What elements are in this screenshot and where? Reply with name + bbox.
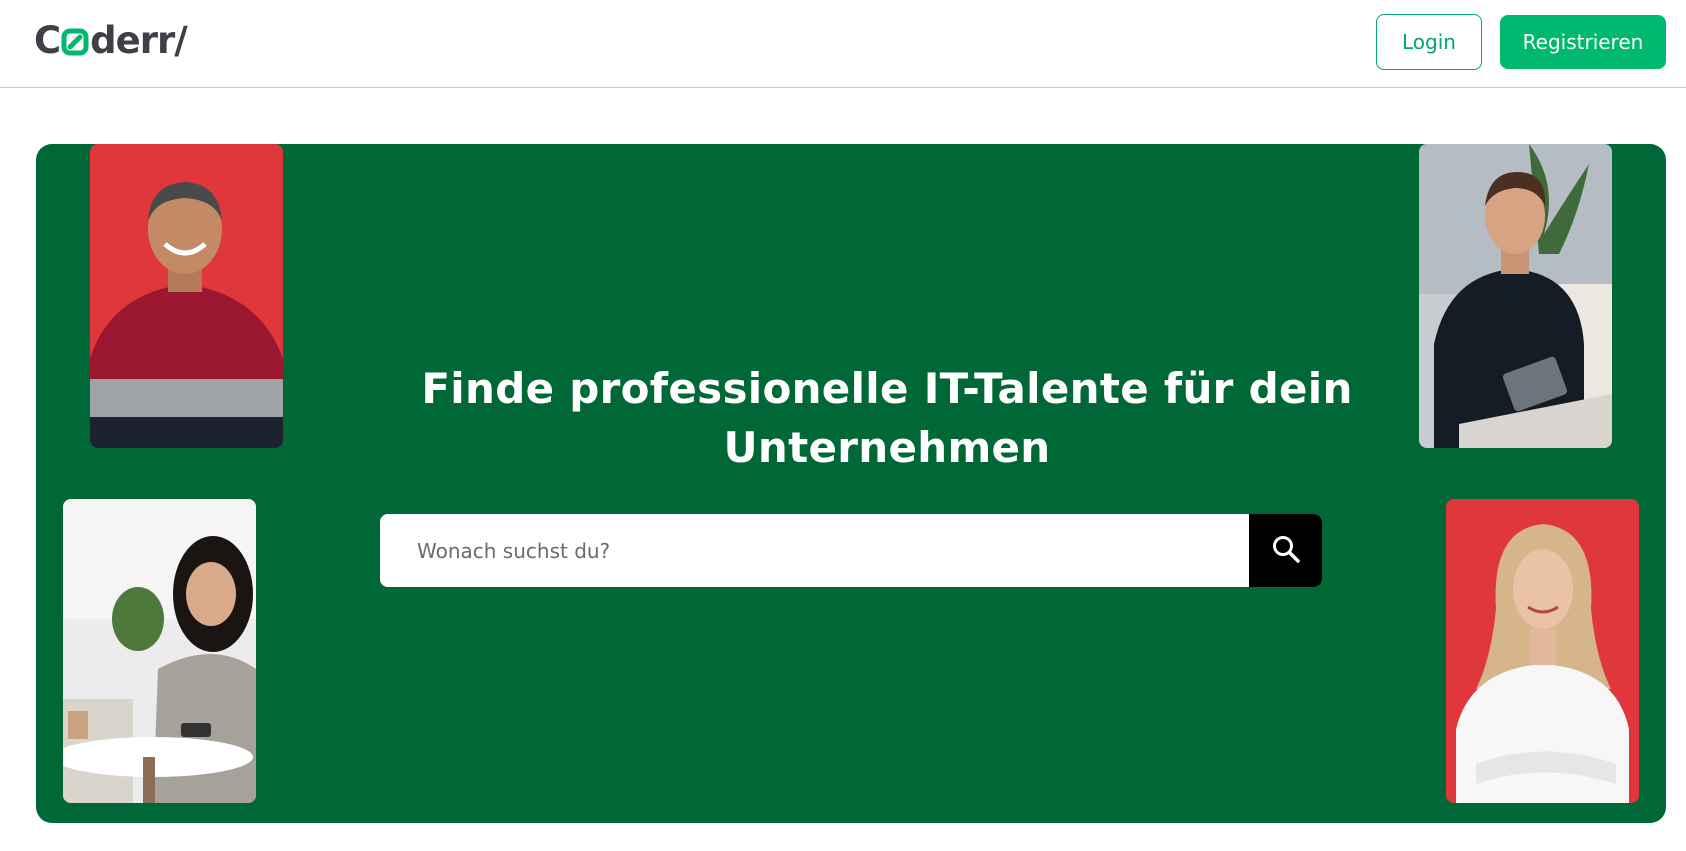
hero-title: Finde professionelle IT-Talente für dein… [421, 364, 1353, 472]
logo-text-end: derr/ [90, 18, 188, 62]
login-button[interactable]: Login [1376, 14, 1482, 70]
search-button[interactable] [1249, 514, 1322, 587]
coderr-logo[interactable]: C derr/ [34, 18, 188, 62]
search-icon [1271, 534, 1301, 567]
hero-banner: Finde professionelle IT-Talente für dein… [36, 144, 1666, 823]
photo-man-tablet [1419, 144, 1612, 448]
search-input[interactable] [380, 514, 1249, 587]
photo-woman-phone-cafe [63, 499, 256, 803]
photo-man-red-sweater [90, 144, 283, 448]
logo-text-start: C [34, 18, 61, 62]
register-button[interactable]: Registrieren [1500, 15, 1666, 69]
top-navbar: C derr/ Login Registrieren [0, 0, 1686, 88]
logo-mark-icon [61, 28, 89, 56]
photo-woman-white-blouse [1446, 499, 1639, 803]
hero-search-bar [380, 514, 1322, 587]
